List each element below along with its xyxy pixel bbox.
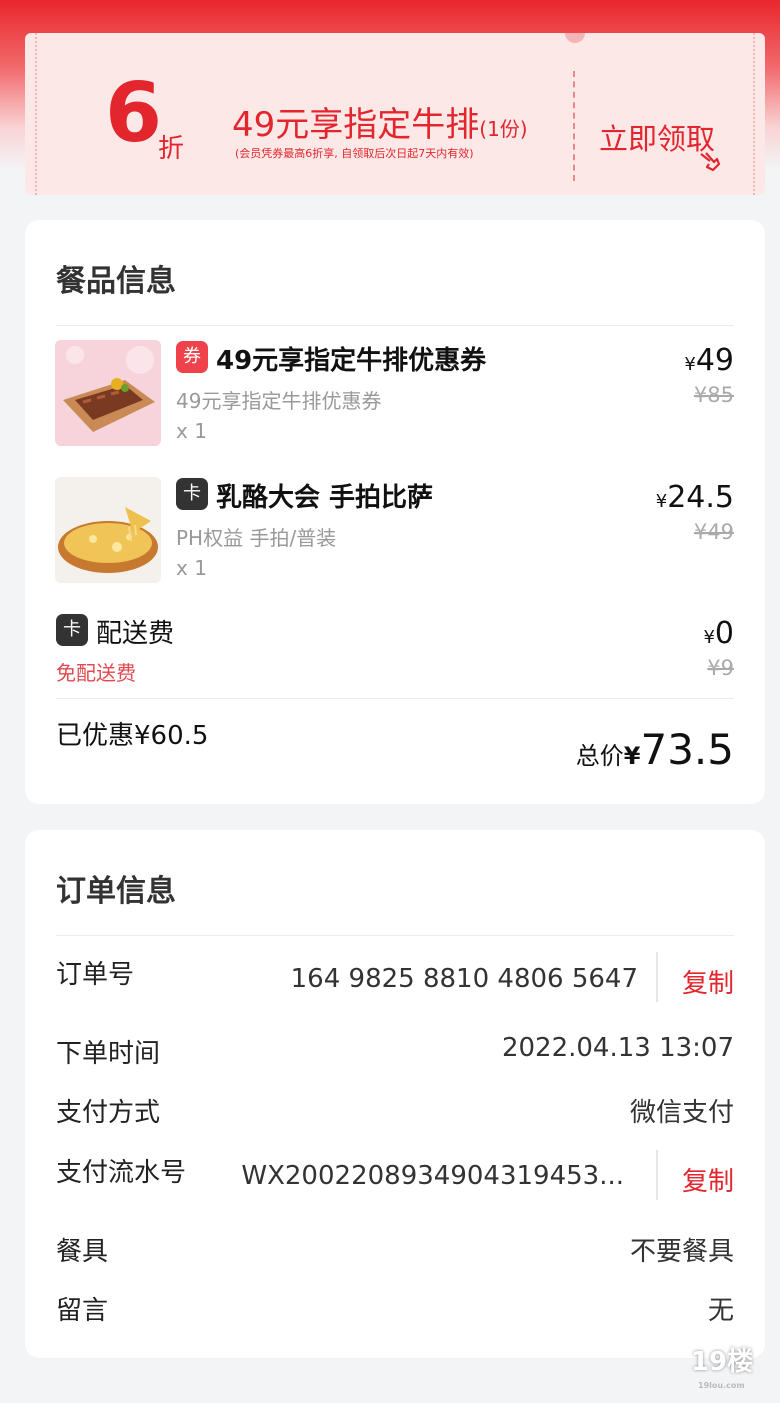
coupon-discount-unit: 折 — [158, 134, 185, 164]
coupon-edge-right — [753, 33, 765, 195]
card-badge: 卡 — [56, 614, 88, 646]
payment-method-label: 支付方式 — [56, 1098, 161, 1128]
item-price-steak-coupon: ¥49 — [684, 343, 734, 378]
pizza-image — [55, 477, 161, 583]
message-label: 留言 — [56, 1296, 109, 1326]
food-info-card: 餐品信息 券 49元享指定牛排优惠券 49元享指定牛排优惠券 x 1 ¥49 ¥… — [25, 220, 765, 804]
coupon-banner[interactable]: 6 折 49元享指定牛排(1份) (会员凭券最高6折享, 自领取后次日起7天内有… — [25, 33, 765, 195]
coupon-note: (会员凭券最高6折享, 自领取后次日起7天内有效) — [235, 147, 474, 160]
delivery-fee-note: 免配送费 — [56, 661, 136, 685]
card-badge: 卡 — [176, 478, 208, 510]
delivery-fee-original-price: ¥9 — [707, 656, 734, 680]
total-price: 总价¥73.5 — [576, 725, 734, 774]
currency-symbol: ¥ — [684, 354, 696, 375]
order-time-value: 2022.04.13 13:07 — [501, 1033, 734, 1063]
payment-method-value: 微信支付 — [629, 1098, 734, 1128]
order-info-title: 订单信息 — [56, 874, 176, 909]
item-price-pizza: ¥24.5 — [656, 480, 734, 515]
item-original-price-pizza: ¥49 — [693, 520, 734, 544]
total-value: 73.5 — [640, 725, 734, 774]
coupon-title: 49元享指定牛排(1份) — [232, 97, 528, 146]
separator — [656, 952, 658, 1002]
coupon-discount: 6 — [105, 66, 163, 161]
divider — [56, 325, 734, 326]
item-name-pizza: 乳酪大会 手拍比萨 — [216, 483, 434, 513]
watermark-domain: 19lou.com — [698, 1381, 745, 1390]
copy-payment-serial-button[interactable]: 复制 — [682, 1161, 734, 1198]
total-currency: ¥ — [623, 742, 641, 770]
payment-serial-value: WX2002208934904319453... — [241, 1161, 624, 1191]
order-time-label: 下单时间 — [56, 1039, 161, 1069]
currency-symbol: ¥ — [655, 491, 668, 512]
price-value: 0 — [714, 616, 734, 651]
currency-symbol: ¥ — [703, 627, 715, 648]
copy-order-number-button[interactable]: 复制 — [682, 963, 734, 1000]
tableware-value: 不要餐具 — [629, 1237, 734, 1267]
order-number-label: 订单号 — [56, 960, 135, 990]
tap-hand-icon — [697, 150, 721, 172]
payment-serial-label: 支付流水号 — [56, 1158, 187, 1188]
coupon-title-text: 49元享指定牛排 — [232, 105, 480, 145]
delivery-fee-label: 配送费 — [96, 619, 175, 649]
delivery-fee-price: ¥0 — [703, 616, 734, 651]
total-label: 总价 — [575, 742, 624, 770]
coupon-notch — [565, 33, 585, 43]
separator — [656, 1150, 658, 1200]
order-info-card: 订单信息 订单号 164 9825 8810 4806 5647 复制 下单时间… — [25, 830, 765, 1358]
item-subtitle-pizza: PH权益 手拍/普装 — [176, 526, 337, 550]
item-subtitle-steak-coupon: 49元享指定牛排优惠券 — [176, 389, 382, 413]
order-number-value: 164 9825 8810 4806 5647 — [290, 964, 638, 994]
coupon-edge-left — [25, 33, 37, 195]
divider — [56, 698, 734, 699]
tableware-label: 餐具 — [56, 1237, 109, 1267]
item-original-price-steak-coupon: ¥85 — [693, 383, 734, 407]
steak-image — [55, 340, 161, 446]
divider — [56, 935, 734, 936]
coupon-badge: 券 — [176, 341, 208, 373]
food-info-title: 餐品信息 — [56, 264, 176, 299]
watermark-logo: 19楼 19lou.com — [690, 1345, 754, 1390]
message-value: 无 — [707, 1296, 734, 1326]
coupon-title-qty: (1份) — [479, 117, 528, 141]
item-name-steak-coupon: 49元享指定牛排优惠券 — [216, 346, 487, 376]
discount-saved: 已优惠¥60.5 — [56, 721, 209, 751]
item-qty-pizza: x 1 — [176, 556, 207, 580]
price-value: 24.5 — [667, 480, 734, 515]
price-value: 49 — [695, 343, 734, 378]
item-qty-steak-coupon: x 1 — [176, 419, 207, 443]
coupon-divider — [573, 71, 575, 181]
